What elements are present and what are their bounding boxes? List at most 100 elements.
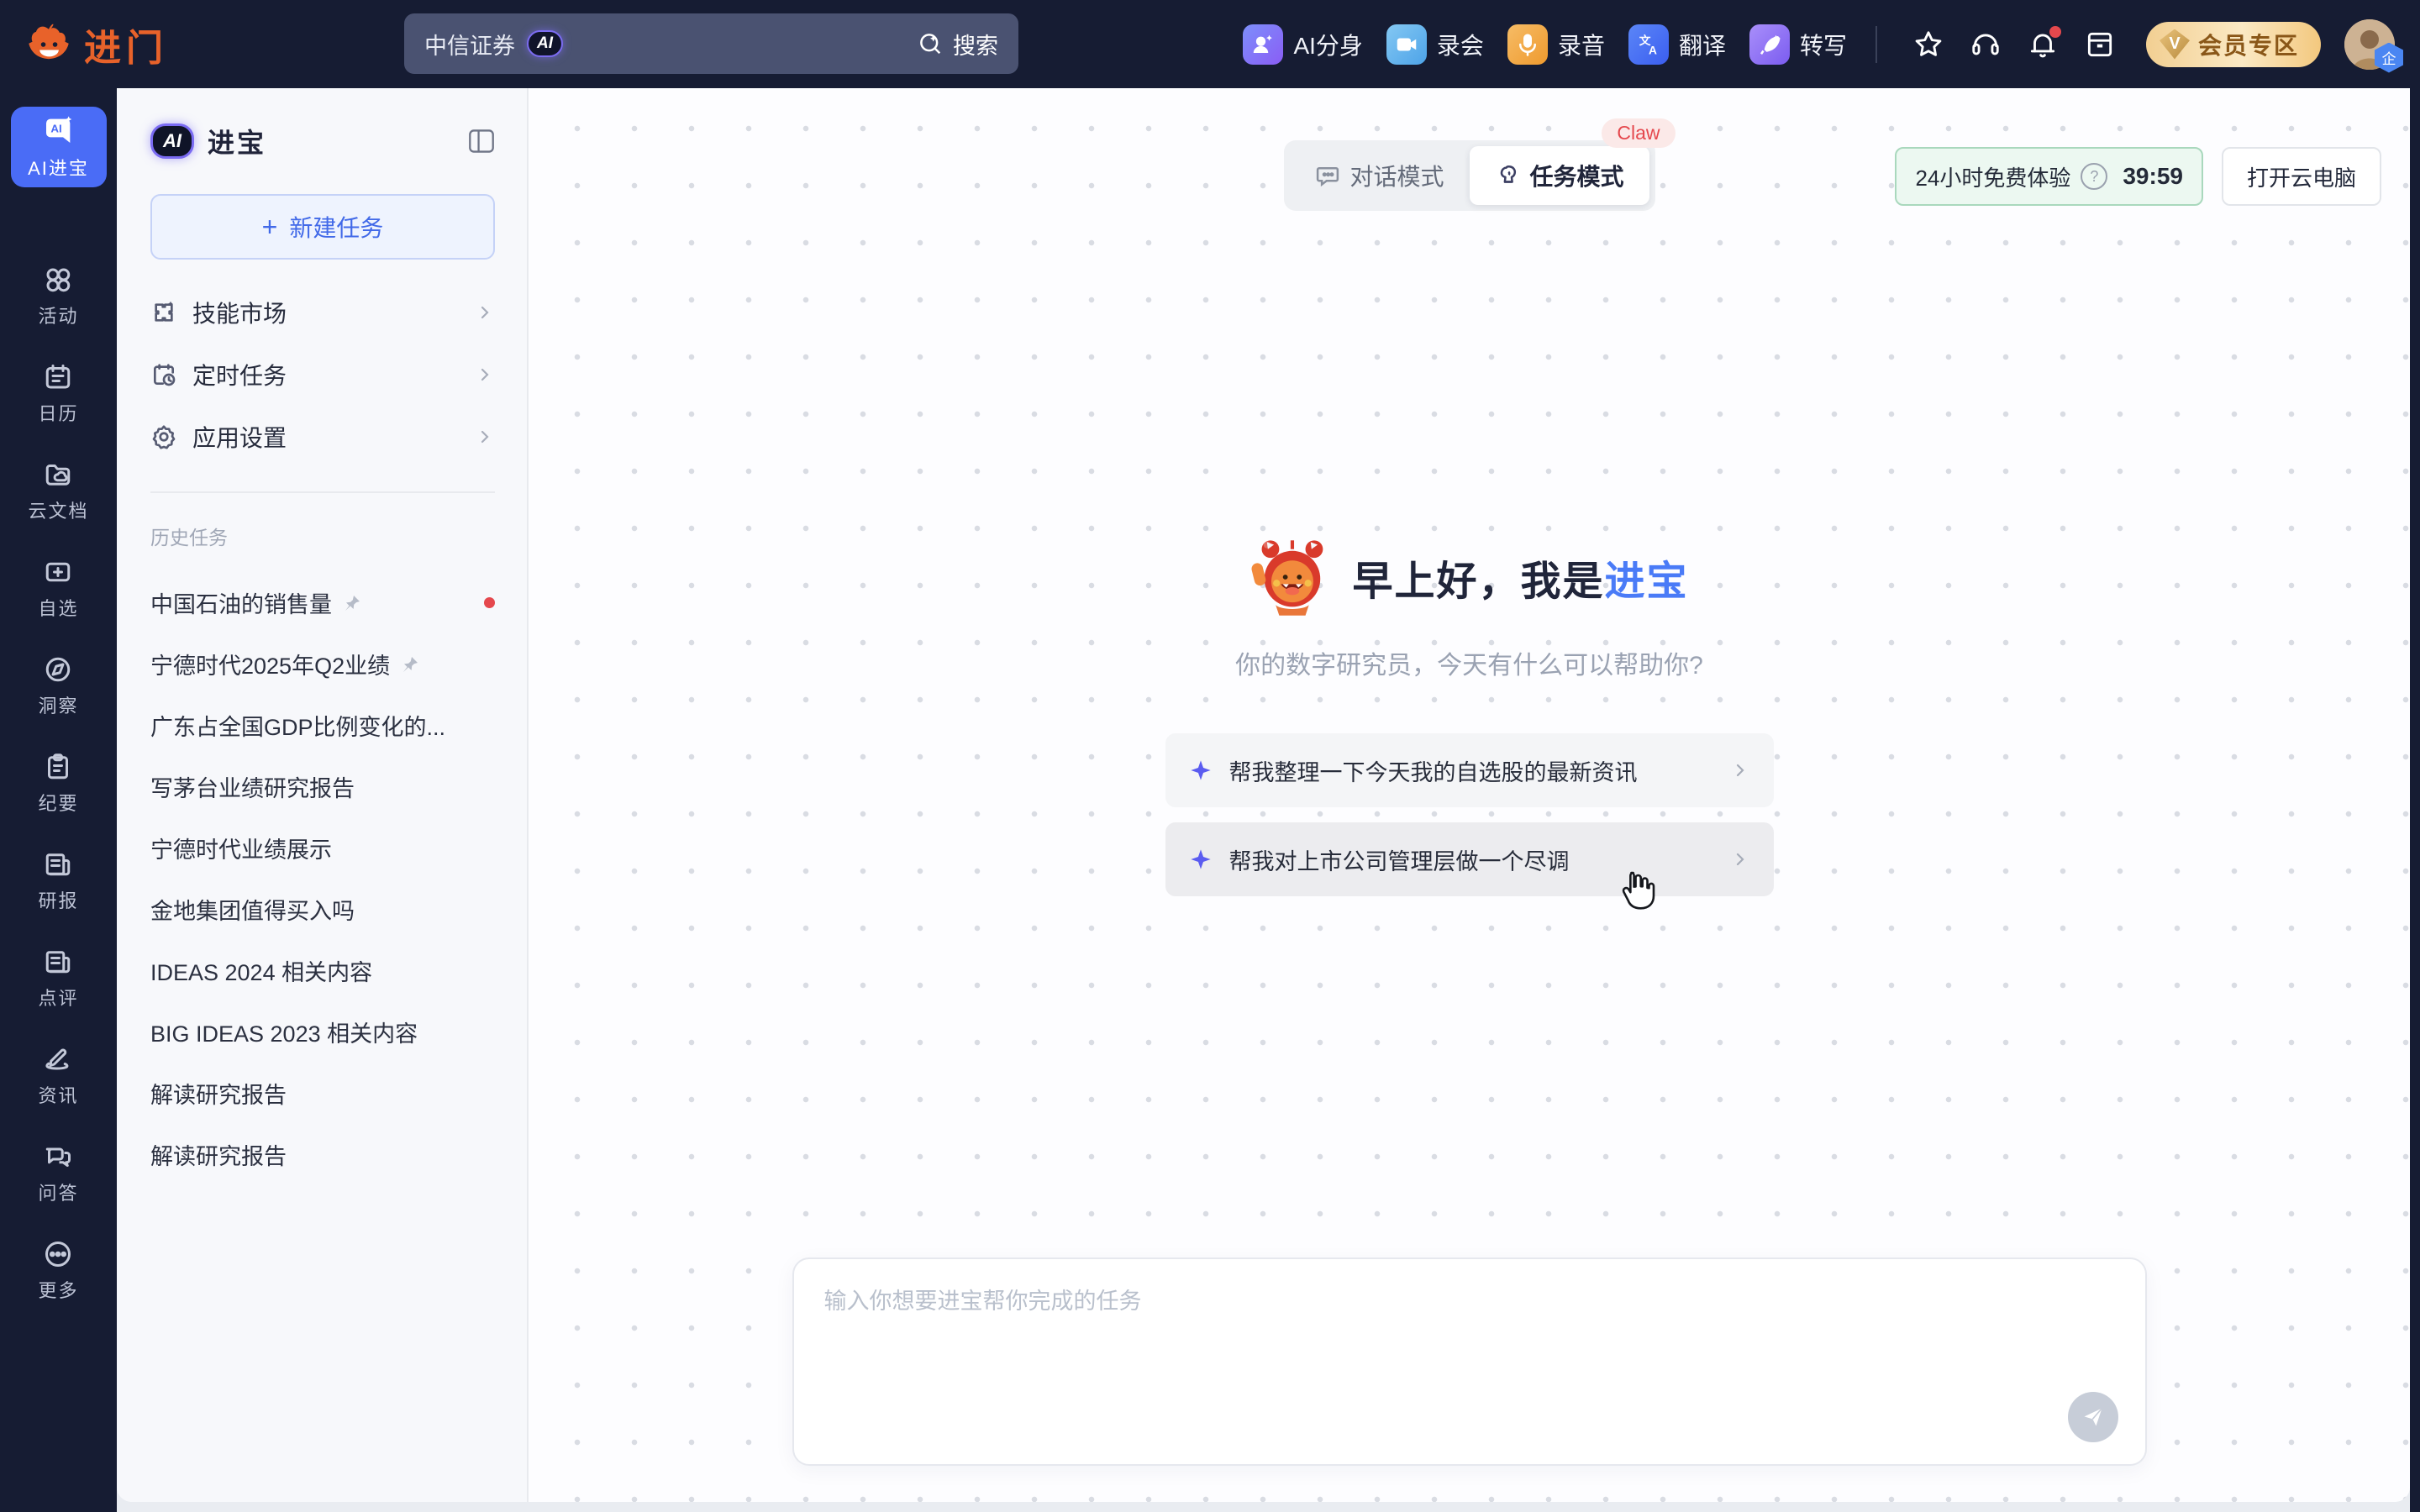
rail-item-label: 研报 — [38, 886, 78, 913]
left-rail: AI AI进宝 活动 日历 云文档 自选 — [0, 88, 117, 1512]
rail-item-label: AI进宝 — [28, 154, 89, 181]
rail-item-minutes[interactable]: 纪要 — [38, 752, 78, 816]
chevron-right-icon — [475, 302, 495, 323]
rail-item-news[interactable]: 资讯 — [38, 1044, 78, 1108]
topbar-tools: AI分身 录会 录音 文A 翻译 — [1243, 0, 2395, 88]
help-question-icon[interactable]: ? — [2081, 163, 2107, 190]
collapse-panel-icon[interactable] — [468, 129, 495, 154]
rail-item-watchlist[interactable]: 自选 — [38, 557, 78, 621]
search-button[interactable]: 搜索 — [918, 28, 998, 60]
quill-icon — [1749, 24, 1790, 65]
claw-glove-icon — [1495, 163, 1520, 188]
history-item[interactable]: BIG IDEAS 2023 相关内容 — [150, 1001, 495, 1063]
tool-meeting-record[interactable]: 录会 — [1386, 24, 1484, 65]
task-mode-tab[interactable]: 任务模式 — [1470, 146, 1649, 205]
history-section-title: 历史任务 — [150, 522, 495, 550]
chevron-right-icon — [1730, 849, 1750, 869]
history-item-label: 解读研究报告 — [150, 1077, 287, 1110]
history-item[interactable]: 解读研究报告 — [150, 1124, 495, 1185]
menu-item-label: 定时任务 — [192, 358, 460, 391]
translate-icon: 文A — [1628, 24, 1669, 65]
task-mode-label: 任务模式 — [1530, 159, 1624, 192]
greeting-subtitle: 你的数字研究员，今天有什么可以帮助你? — [1235, 644, 1703, 681]
tool-label: 录音 — [1558, 28, 1605, 61]
free-trial-pill[interactable]: 24小时免费体验 ? 39:59 — [1895, 147, 2203, 206]
rail-item-activities[interactable]: 活动 — [38, 265, 78, 328]
history-item[interactable]: 宁德时代2025年Q2业绩 — [150, 633, 495, 695]
diamond-spark-icon — [1189, 759, 1213, 782]
rail-item-calendar[interactable]: 日历 — [38, 362, 78, 426]
claw-badge: Claw — [1602, 118, 1675, 148]
search-value: 中信证券 — [424, 28, 515, 60]
plus-icon: + — [262, 213, 278, 240]
jinbao-ai-logo: AI — [150, 123, 194, 159]
meeting-camera-icon — [1386, 24, 1427, 65]
menu-item-app-settings[interactable]: 应用设置 — [150, 406, 495, 468]
brand-fox-icon — [25, 21, 72, 68]
history-item[interactable]: 广东占全国GDP比例变化的... — [150, 695, 495, 756]
rail-item-qa[interactable]: 问答 — [38, 1142, 78, 1205]
topbar-quick-icons — [1912, 29, 2116, 60]
rail-item-research-reports[interactable]: 研报 — [38, 849, 78, 913]
watchlist-add-icon — [43, 557, 73, 587]
history-item[interactable]: 中国石油的销售量 — [150, 572, 495, 633]
insight-compass-icon — [43, 654, 73, 685]
history-item[interactable]: 写茅台业绩研究报告 — [150, 756, 495, 817]
calendar-icon — [43, 362, 73, 392]
app-window: 进门 中信证券 AI 搜索 AI分身 — [0, 0, 2420, 1512]
jinbao-mascot — [1249, 533, 1337, 621]
history-item-label: BIG IDEAS 2023 相关内容 — [150, 1016, 418, 1048]
archive-box-icon[interactable] — [2084, 29, 2116, 60]
history-item-label: 解读研究报告 — [150, 1138, 287, 1171]
microphone-icon — [1507, 24, 1548, 65]
open-cloud-pc-button[interactable]: 打开云电脑 — [2222, 147, 2381, 206]
chevron-right-icon — [475, 365, 495, 385]
menu-item-scheduled-tasks[interactable]: 定时任务 — [150, 344, 495, 406]
trial-timer: 39:59 — [2123, 163, 2183, 190]
menu-item-skill-market[interactable]: 技能市场 — [150, 281, 495, 344]
member-zone-badge[interactable]: V 会员专区 — [2146, 22, 2321, 67]
chat-mode-tab[interactable]: 对话模式 — [1289, 146, 1469, 205]
history-item-label: 宁德时代业绩展示 — [150, 832, 332, 864]
rail-item-label: 问答 — [38, 1179, 78, 1205]
greeting-block: 早上好，我是进宝 你的数字研究员，今天有什么可以帮助你? 帮我整理一下今天我的自… — [529, 533, 2410, 896]
menu-item-label: 应用设置 — [192, 420, 460, 454]
history-item-label: 中国石油的销售量 — [150, 586, 332, 619]
tool-audio-record[interactable]: 录音 — [1507, 24, 1605, 65]
jinbao-panel: AI 进宝 + 新建任务 技能市场 — [117, 88, 529, 1502]
suggestion-due-diligence[interactable]: 帮我对上市公司管理层做一个尽调 — [1165, 822, 1774, 896]
history-item[interactable]: 金地集团值得买入吗 — [150, 879, 495, 940]
chat-mode-label: 对话模式 — [1349, 159, 1444, 192]
tool-label: 转写 — [1800, 28, 1847, 61]
history-item[interactable]: 宁德时代业绩展示 — [150, 817, 495, 879]
rail-item-label: 活动 — [38, 302, 78, 328]
rail-item-commentary[interactable]: 点评 — [38, 947, 78, 1011]
suggestion-watchlist-news[interactable]: 帮我整理一下今天我的自选股的最新资讯 — [1165, 733, 1774, 807]
notifications-bell-icon[interactable] — [2027, 29, 2059, 60]
greeting-title: 早上好，我是进宝 — [1352, 548, 1688, 606]
support-headset-icon[interactable] — [1970, 29, 2002, 60]
tool-ai-clone[interactable]: AI分身 — [1243, 24, 1362, 65]
rail-item-more[interactable]: 更多 — [38, 1239, 78, 1303]
cloud-folder-icon — [43, 459, 73, 490]
history-item-label: 金地集团值得买入吗 — [150, 893, 355, 926]
favorite-star-icon[interactable] — [1912, 29, 1944, 60]
brand-logo[interactable]: 进门 — [25, 18, 168, 71]
content-card: AI 进宝 + 新建任务 技能市场 — [117, 88, 2410, 1502]
history-item[interactable]: 解读研究报告 — [150, 1063, 495, 1124]
rail-item-cloud-docs[interactable]: 云文档 — [28, 459, 88, 523]
tool-translate[interactable]: 文A 翻译 — [1628, 24, 1726, 65]
main-top-right: 24小时免费体验 ? 39:59 打开云电脑 — [1895, 147, 2381, 206]
send-button[interactable] — [2068, 1392, 2118, 1442]
search-input[interactable]: 中信证券 AI 搜索 — [404, 13, 1018, 74]
rail-item-insight[interactable]: 洞察 — [38, 654, 78, 718]
search-ai-badge: AI — [527, 30, 563, 57]
rail-item-ai-jinbao[interactable]: AI AI进宝 — [11, 107, 107, 187]
new-task-button[interactable]: + 新建任务 — [150, 194, 495, 260]
history-item[interactable]: IDEAS 2024 相关内容 — [150, 940, 495, 1001]
user-avatar[interactable]: 企 — [2344, 19, 2395, 70]
task-input[interactable] — [823, 1281, 2053, 1410]
clipboard-icon — [43, 752, 73, 782]
scheduled-task-icon — [150, 361, 177, 388]
tool-transcribe[interactable]: 转写 — [1749, 24, 1847, 65]
